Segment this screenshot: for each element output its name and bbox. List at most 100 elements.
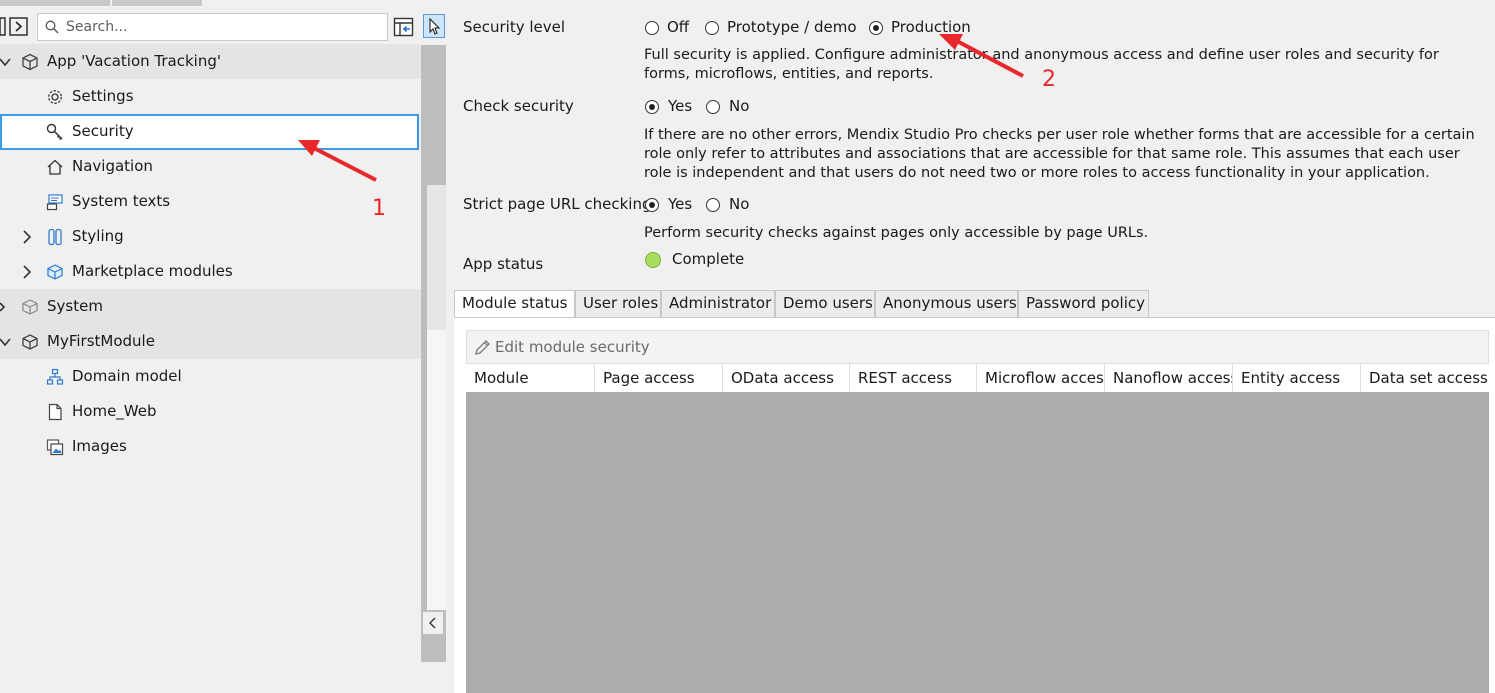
- tree-app-node[interactable]: App 'Vacation Tracking': [0, 44, 421, 79]
- home-icon: [47, 159, 63, 175]
- expand-arrow-icon[interactable]: [21, 265, 33, 279]
- strict-url-yes-label[interactable]: Yes: [668, 195, 692, 213]
- check-security-no-radio[interactable]: [706, 100, 720, 114]
- tree-system-label: System: [47, 297, 103, 315]
- tab-module-status[interactable]: Module status: [454, 290, 575, 318]
- domain-model-icon: [46, 368, 64, 385]
- link-with-editor-icon[interactable]: [393, 16, 415, 38]
- app-security-editor: Security level Off Prototype / demo Prod…: [446, 0, 1495, 693]
- scroll-left-icon[interactable]: [423, 612, 443, 634]
- strict-url-no-radio[interactable]: [706, 198, 720, 212]
- tab-administrator[interactable]: Administrator: [661, 290, 775, 317]
- tree-system-node[interactable]: System: [0, 289, 421, 324]
- tree-app-label: App 'Vacation Tracking': [47, 52, 221, 70]
- marketplace-box-icon: [47, 264, 63, 280]
- column-page-access[interactable]: Page access: [595, 364, 723, 392]
- search-input[interactable]: Search...: [37, 13, 388, 41]
- module-status-panel: Edit module security Module Page access …: [454, 317, 1495, 693]
- tree-module-node[interactable]: MyFirstModule: [0, 324, 421, 359]
- column-entity-access[interactable]: Entity access: [1233, 364, 1361, 392]
- collapse-all-icon[interactable]: [0, 17, 6, 37]
- module-grid-header: Module Page access OData access REST acc…: [466, 364, 1489, 393]
- module-box-icon: [22, 334, 38, 350]
- tab-user-roles[interactable]: User roles: [575, 290, 661, 317]
- key-icon: [46, 123, 63, 141]
- app-status-value: Complete: [672, 250, 745, 268]
- column-module[interactable]: Module: [466, 364, 595, 392]
- tree-item-styling[interactable]: Styling: [0, 219, 421, 254]
- column-rest-access[interactable]: REST access: [850, 364, 977, 392]
- app-explorer-panel: Search... App 'Vacation Tracking' Settin…: [0, 0, 421, 692]
- gear-icon: [48, 90, 62, 104]
- editor-canvas-stub: [427, 330, 446, 610]
- status-stub: [421, 662, 446, 692]
- annotation-number-2: 2: [1042, 67, 1056, 92]
- check-security-yes-label[interactable]: Yes: [668, 97, 692, 115]
- security-level-production-radio[interactable]: [869, 21, 883, 35]
- tree-item-label: Settings: [72, 87, 134, 105]
- tree-item-home-web[interactable]: Home_Web: [0, 394, 421, 429]
- edit-module-security-label: Edit module security: [495, 338, 650, 356]
- security-level-off-label[interactable]: Off: [667, 18, 689, 36]
- security-level-label: Security level: [463, 18, 566, 36]
- strict-page-url-label: Strict page URL checking: [463, 195, 652, 213]
- search-icon: [45, 20, 59, 34]
- tree-item-settings[interactable]: Settings: [0, 79, 421, 114]
- security-level-off-radio[interactable]: [645, 21, 659, 35]
- edit-module-security-button[interactable]: Edit module security: [466, 330, 1489, 364]
- editor-preview-stub: [427, 185, 446, 330]
- strict-url-yes-radio[interactable]: [645, 198, 659, 212]
- annotation-arrow-2: [939, 34, 1024, 78]
- page-icon: [48, 403, 62, 421]
- annotation-arrow-1: [298, 140, 377, 182]
- tree-item-images[interactable]: Images: [0, 429, 421, 464]
- annotation-number-1: 1: [372, 196, 386, 221]
- security-level-description: Full security is applied. Configure admi…: [644, 47, 1439, 82]
- module-grid-body: [466, 392, 1489, 693]
- strict-page-url-description: Perform security checks against pages on…: [644, 225, 1149, 241]
- tree-item-label: Images: [72, 437, 127, 455]
- pencil-icon: [475, 340, 490, 355]
- tree-item-marketplace-modules[interactable]: Marketplace modules: [0, 254, 421, 289]
- styling-icon: [48, 228, 62, 246]
- column-microflow-access[interactable]: Microflow access: [977, 364, 1105, 392]
- check-security-no-label[interactable]: No: [729, 97, 749, 115]
- app-cube-icon: [22, 53, 38, 71]
- security-level-prototype-label[interactable]: Prototype / demo: [727, 18, 857, 36]
- collapse-arrow-icon[interactable]: [0, 335, 12, 349]
- status-complete-icon: [645, 252, 661, 268]
- tab-password-policy[interactable]: Password policy: [1018, 290, 1149, 317]
- explorer-tab-secondary[interactable]: [112, 0, 202, 6]
- tree-item-label: Navigation: [72, 157, 153, 175]
- app-status-label: App status: [463, 255, 544, 273]
- editor-splitter[interactable]: [421, 0, 446, 692]
- check-security-label: Check security: [463, 97, 574, 115]
- search-placeholder: Search...: [66, 19, 128, 35]
- check-security-description: If there are no other errors, Mendix Stu…: [644, 127, 1475, 181]
- images-icon: [46, 439, 64, 456]
- tab-anonymous-users[interactable]: Anonymous users: [875, 290, 1018, 317]
- tab-demo-users[interactable]: Demo users: [775, 290, 875, 317]
- security-level-prototype-radio[interactable]: [705, 21, 719, 35]
- tree-module-label: MyFirstModule: [47, 332, 155, 350]
- tree-item-label: Domain model: [72, 367, 182, 385]
- tree-item-label: System texts: [72, 192, 171, 210]
- expand-all-icon[interactable]: [9, 17, 29, 37]
- column-nanoflow-access[interactable]: Nanoflow access: [1105, 364, 1233, 392]
- system-texts-icon: [46, 194, 63, 211]
- explorer-tab[interactable]: [0, 0, 110, 6]
- strict-url-no-label[interactable]: No: [729, 195, 749, 213]
- column-data-set-access[interactable]: Data set access: [1361, 364, 1489, 392]
- tree-item-label: Marketplace modules: [72, 262, 233, 280]
- tree-item-label: Home_Web: [72, 402, 157, 420]
- collapse-arrow-icon[interactable]: [0, 55, 12, 69]
- tree-item-domain-model[interactable]: Domain model: [0, 359, 421, 394]
- pointer-tool-icon[interactable]: [423, 14, 445, 38]
- column-odata-access[interactable]: OData access: [723, 364, 850, 392]
- expand-arrow-icon[interactable]: [0, 300, 12, 314]
- tree-item-label: Security: [72, 122, 134, 140]
- module-box-icon: [22, 299, 38, 315]
- expand-arrow-icon[interactable]: [21, 230, 33, 244]
- check-security-yes-radio[interactable]: [645, 100, 659, 114]
- tree-item-label: Styling: [72, 227, 124, 245]
